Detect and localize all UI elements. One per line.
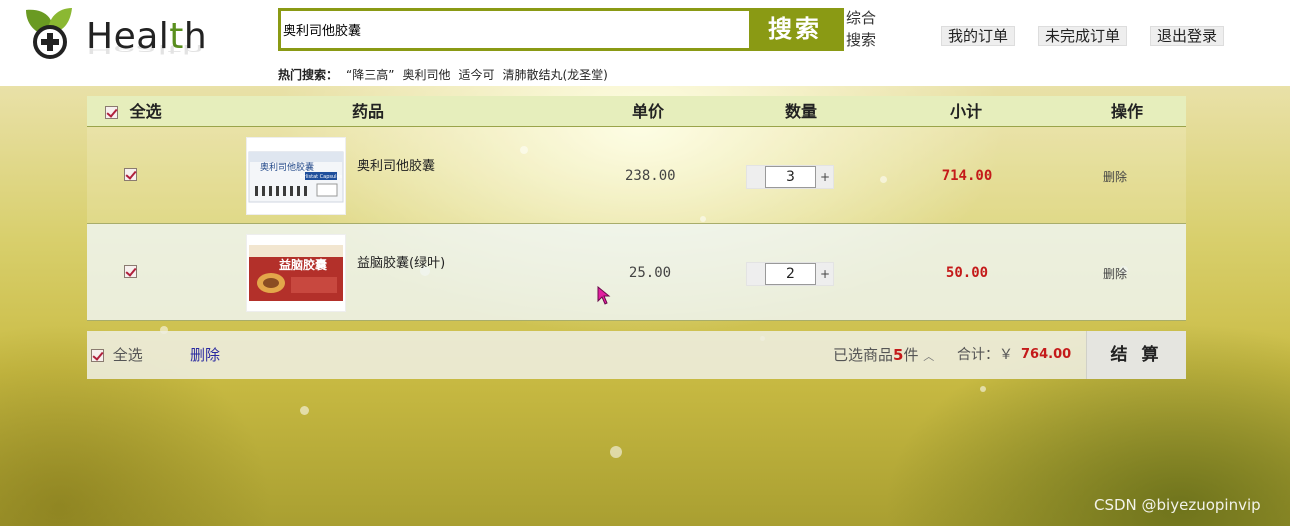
select-all-label: 全选 bbox=[129, 102, 162, 121]
comprehensive-search-link[interactable]: 综合搜索 bbox=[846, 7, 882, 51]
header-unit-price: 单价 bbox=[632, 102, 665, 121]
item-subtotal: 714.00 bbox=[941, 168, 993, 184]
total-value: 764.00 bbox=[1021, 347, 1072, 362]
footer-select-all-checkbox[interactable] bbox=[91, 349, 104, 362]
hot-searches: 热门搜索： “降三高” 奥利司他 适今可 清肺散结丸(龙圣堂) bbox=[278, 66, 608, 83]
delete-item-link[interactable]: 删除 bbox=[1103, 265, 1127, 282]
logout-link[interactable]: 退出登录 bbox=[1150, 26, 1225, 46]
product-image[interactable]: 益脑胶囊 bbox=[246, 234, 346, 312]
header-subtotal: 小计 bbox=[950, 102, 983, 121]
total-label: 合计：￥ bbox=[957, 347, 1013, 363]
unit-price: 25.00 bbox=[628, 265, 672, 281]
product-box-image: 益脑胶囊 bbox=[249, 245, 343, 301]
increase-button[interactable]: + bbox=[816, 166, 834, 188]
hot-search-label: 热门搜索： bbox=[278, 68, 339, 82]
delete-selected-link[interactable]: 删除 bbox=[190, 331, 220, 379]
footer-select-all-label: 全选 bbox=[112, 346, 143, 364]
chevron-up-icon[interactable]: ︿ bbox=[923, 350, 934, 363]
product-name[interactable]: 益脑胶囊(绿叶) bbox=[357, 252, 445, 271]
quantity-input[interactable]: 2 bbox=[765, 263, 816, 285]
select-all-checkbox[interactable] bbox=[105, 106, 118, 119]
cart-table-header: 全选 药品 单价 数量 小计 操作 bbox=[87, 96, 1186, 127]
my-orders-link[interactable]: 我的订单 bbox=[941, 26, 1016, 46]
header-quantity: 数量 bbox=[785, 102, 818, 121]
svg-text:Orlistat Capsules: Orlistat Capsules bbox=[300, 174, 343, 180]
cart-row: 益脑胶囊 益脑胶囊(绿叶) 25.00 2 + 50.00 删除 bbox=[87, 224, 1186, 321]
hot-search-item[interactable]: 奥利司他 bbox=[402, 68, 450, 82]
search-bar: 搜索 bbox=[278, 8, 844, 51]
logo-reflection: Health bbox=[86, 41, 205, 56]
hot-search-item[interactable]: 适今可 bbox=[458, 68, 494, 82]
unfinished-orders-link[interactable]: 未完成订单 bbox=[1038, 26, 1128, 46]
selected-count[interactable]: 已选商品5件 ︿ bbox=[833, 331, 934, 381]
site-header: Health Health 搜索 综合搜索 热门搜索： “降三高” 奥利司他适今可清… bbox=[0, 0, 1290, 86]
quantity-stepper: 3 + bbox=[746, 165, 834, 189]
item-subtotal: 50.00 bbox=[945, 265, 989, 281]
cart-row: 奥利司他胶囊 Orlistat Capsules 奥利司他胶囊 238.00 3… bbox=[87, 127, 1186, 224]
checkout-button[interactable]: 结 算 bbox=[1086, 331, 1186, 379]
svg-text:奥利司他胶囊: 奥利司他胶囊 bbox=[260, 161, 314, 173]
product-box-image: 奥利司他胶囊 Orlistat Capsules bbox=[248, 151, 344, 203]
cart-footer: 全选 删除 已选商品5件 ︿ 合计：￥ 764.00 结 算 bbox=[87, 331, 1186, 379]
decrease-button[interactable] bbox=[747, 166, 765, 188]
product-name[interactable]: 奥利司他胶囊 bbox=[357, 155, 435, 174]
hot-search-item[interactable]: “降三高” bbox=[346, 68, 394, 82]
quantity-input[interactable]: 3 bbox=[765, 166, 816, 188]
leaf-cross-icon bbox=[26, 8, 72, 59]
svg-text:益脑胶囊: 益脑胶囊 bbox=[279, 257, 328, 272]
quantity-stepper: 2 + bbox=[746, 262, 834, 286]
header-action: 操作 bbox=[1111, 102, 1144, 121]
item-checkbox[interactable] bbox=[124, 264, 137, 279]
footer-select-all[interactable]: 全选 bbox=[91, 331, 143, 379]
search-button[interactable]: 搜索 bbox=[749, 11, 841, 48]
product-image[interactable]: 奥利司他胶囊 Orlistat Capsules bbox=[246, 137, 346, 215]
watermark: CSDN @biyezuopinvip bbox=[1094, 496, 1261, 514]
site-logo[interactable]: Health Health bbox=[20, 4, 220, 76]
select-all-header[interactable]: 全选 bbox=[105, 96, 162, 127]
search-input[interactable] bbox=[281, 11, 751, 48]
unit-price: 238.00 bbox=[625, 168, 676, 184]
header-product: 药品 bbox=[352, 102, 385, 121]
decrease-button[interactable] bbox=[747, 263, 765, 285]
mouse-pointer-icon bbox=[597, 286, 611, 305]
delete-item-link[interactable]: 删除 bbox=[1103, 168, 1127, 185]
cart-table: 全选 药品 单价 数量 小计 操作 奥利司他胶囊 Orlistat Capsul… bbox=[87, 96, 1186, 321]
item-checkbox[interactable] bbox=[124, 167, 137, 182]
increase-button[interactable]: + bbox=[816, 263, 834, 285]
hot-search-item[interactable]: 清肺散结丸(龙圣堂) bbox=[502, 68, 607, 82]
